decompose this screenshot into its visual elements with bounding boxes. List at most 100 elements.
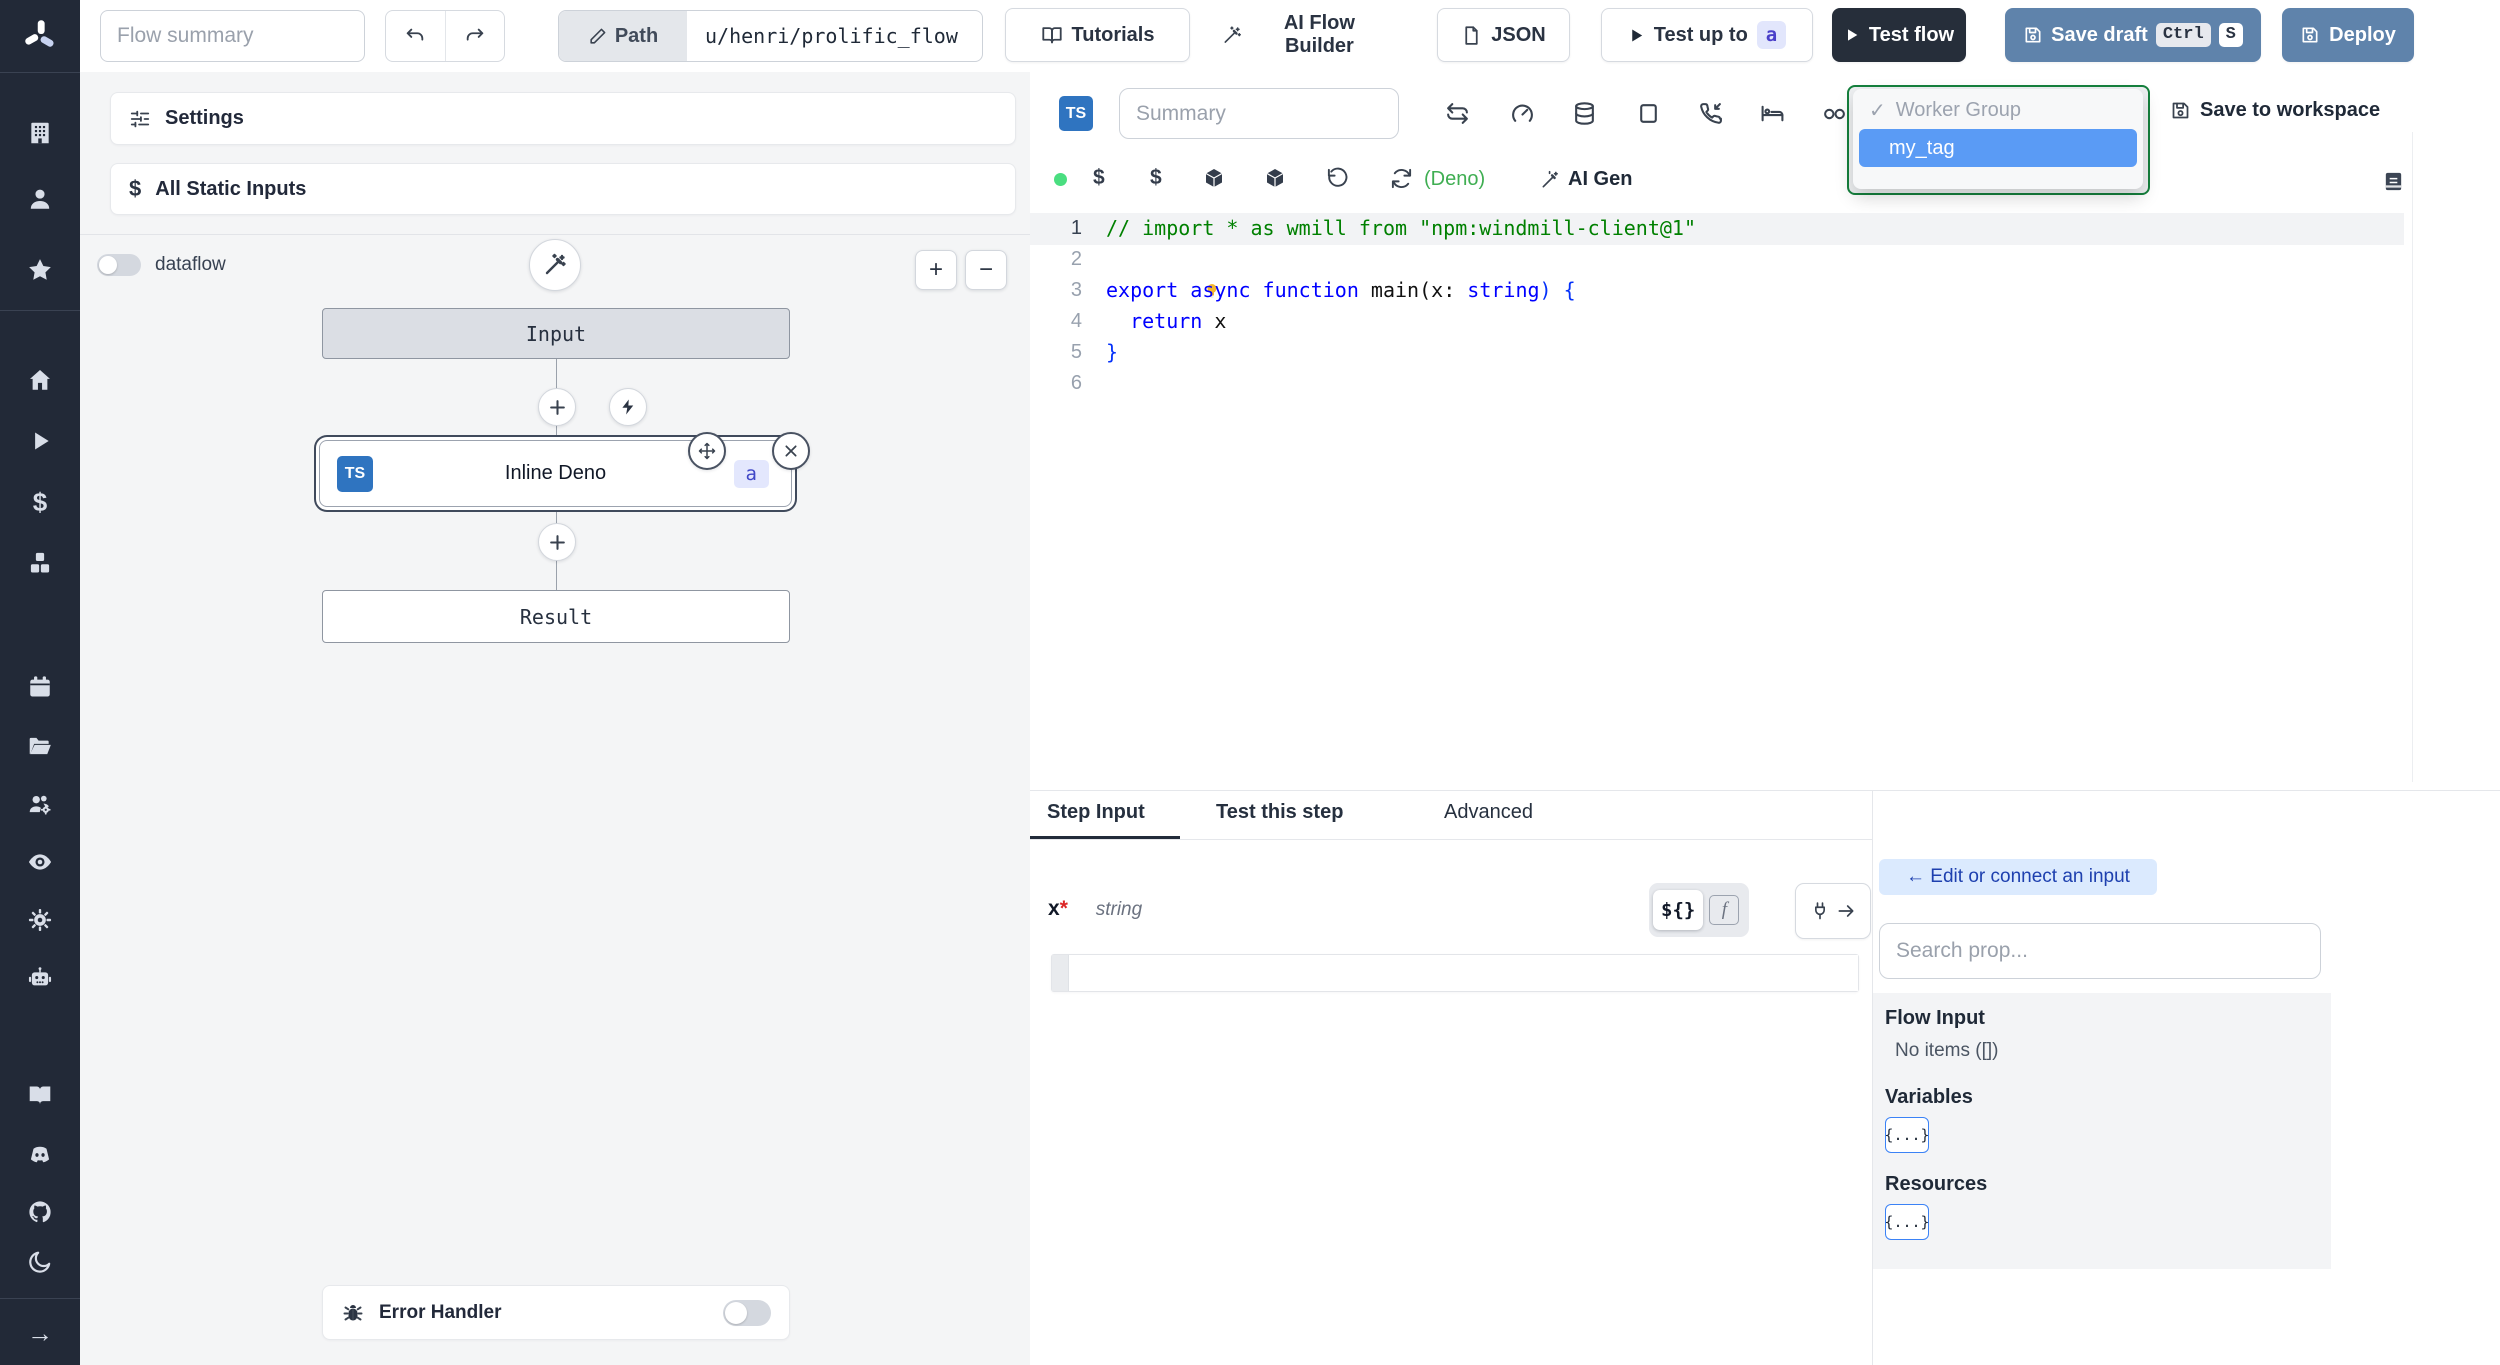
sidebar-item-variables[interactable]: $ [0, 489, 80, 515]
resource-picker-button[interactable]: $ [1150, 166, 1162, 190]
code-line[interactable]: 5 } [1030, 337, 2500, 368]
package-button[interactable] [1202, 167, 1226, 196]
test-flow-button[interactable]: Test flow [1832, 8, 1966, 62]
suspend-button[interactable] [1698, 101, 1723, 131]
redo-button[interactable] [446, 11, 505, 61]
flow-input-node[interactable]: Input [322, 308, 790, 359]
script-library-icon[interactable] [2382, 170, 2405, 198]
benchmark-button[interactable] [1510, 101, 1535, 131]
step-editor: TS ✓ Worker Group [1030, 72, 2500, 790]
concurrency-button[interactable] [1636, 101, 1661, 131]
variable-picker-button[interactable]: $ [1093, 166, 1105, 190]
code-line[interactable]: 2 [1030, 244, 2500, 298]
step-summary-input[interactable] [1119, 88, 1399, 139]
code-line[interactable]: 3 export async function main(x: string) … [1030, 275, 2500, 306]
undo-button[interactable] [386, 11, 446, 61]
edit-or-connect-button[interactable]: ← Edit or connect an input [1879, 859, 2157, 895]
dataflow-toggle[interactable] [97, 254, 141, 276]
swap-step-button[interactable] [1445, 101, 1470, 131]
sidebar-item-runs[interactable] [0, 428, 80, 454]
prop-picker-panel: ← Edit or connect an input Flow Input No… [1872, 790, 2500, 1365]
tab-advanced[interactable]: Advanced [1444, 801, 1533, 824]
flow-settings-button[interactable]: Settings [110, 92, 1016, 145]
reset-code-button[interactable] [1326, 167, 1349, 195]
reload-runtime-button[interactable] [1390, 167, 1413, 195]
sidebar-item-workspace[interactable] [0, 120, 80, 146]
tab-test-this-step[interactable]: Test this step [1216, 801, 1343, 824]
zoom-out-button[interactable]: − [965, 250, 1007, 290]
delete-step-button[interactable] [772, 432, 810, 470]
variables-object-badge[interactable]: {...} [1884, 1117, 1930, 1153]
connect-input-button[interactable] [1795, 883, 1871, 939]
search-prop-input[interactable] [1879, 923, 2321, 979]
move-step-button[interactable] [688, 432, 726, 470]
mock-button[interactable] [1822, 105, 1847, 128]
tutorials-button[interactable]: Tutorials [1005, 8, 1190, 62]
sidebar-item-resources[interactable] [0, 550, 80, 576]
all-static-inputs-button[interactable]: $ All Static Inputs [110, 163, 1016, 215]
field-type: string [1095, 899, 1143, 920]
line-number: 2 [1070, 248, 1082, 270]
fn-mode-toggle[interactable]: f [1709, 895, 1740, 925]
error-handler-toggle[interactable] [723, 1299, 771, 1326]
field-value-input[interactable] [1069, 955, 1858, 991]
sidebar-item-github[interactable] [0, 1199, 80, 1225]
sidebar-item-ai[interactable] [0, 965, 80, 991]
save-draft-button[interactable]: Save draft Ctrl S [2005, 8, 2261, 62]
wand-icon [1224, 25, 1241, 43]
cube-icon [1266, 169, 1284, 187]
no-items-label: No items ([]) [1895, 1040, 1999, 1061]
flow-input-title: Flow Input [1885, 1007, 1985, 1029]
sidebar-item-user[interactable] [0, 186, 80, 212]
ai-flow-builder-button[interactable]: AI Flow Builder [1216, 8, 1394, 62]
deploy-button[interactable]: Deploy [2282, 8, 2414, 62]
error-handler-card[interactable]: Error Handler [322, 1285, 790, 1340]
ai-gen-button[interactable]: AI Gen [1540, 168, 1632, 191]
sidebar-item-groups[interactable] [0, 791, 80, 817]
zoom-in-button[interactable]: + [915, 250, 957, 290]
sidebar-item-schedules[interactable] [0, 674, 80, 700]
all-static-inputs-label: All Static Inputs [155, 177, 307, 200]
sidebar-item-discord[interactable] [0, 1142, 80, 1168]
test-up-to-button[interactable]: Test up to a [1601, 8, 1813, 62]
ai-builder-wand-button[interactable] [529, 239, 581, 291]
sidebar-item-folders[interactable] [0, 733, 80, 759]
save-to-workspace-label: Save to workspace [2200, 99, 2381, 121]
sidebar-item-settings[interactable] [0, 907, 80, 933]
code-line[interactable]: 1 // import * as wmill from "npm:windmil… [1030, 213, 2500, 244]
moon-icon [29, 1251, 51, 1273]
sidebar-item-favorites[interactable] [0, 257, 80, 283]
resources-object-badge[interactable]: {...} [1884, 1204, 1930, 1240]
sidebar-item-home[interactable] [0, 367, 80, 393]
code-token: x [1431, 278, 1444, 302]
insert-step-button[interactable] [538, 388, 576, 426]
field-drag-handle[interactable] [1052, 955, 1069, 991]
flow-result-node[interactable]: Result [322, 590, 790, 643]
sidebar-expand-button[interactable]: → [0, 1320, 80, 1346]
add-trigger-button[interactable] [609, 388, 647, 426]
worker-group-option-selected[interactable]: my_tag [1859, 129, 2137, 167]
runtime-label: (Deno) [1424, 168, 1486, 190]
insert-step-button[interactable] [538, 523, 576, 561]
json-button[interactable]: JSON [1437, 8, 1570, 62]
windmill-logo[interactable] [0, 0, 80, 73]
cache-button[interactable] [1572, 101, 1597, 131]
sleep-button[interactable] [1760, 101, 1785, 131]
code-line[interactable]: 4 return x [1030, 306, 2500, 337]
sidebar-item-docs[interactable] [0, 1082, 80, 1108]
code-line[interactable]: 6 [1030, 368, 2500, 399]
sidebar-item-audit-logs[interactable] [0, 849, 80, 875]
double-circle-icon [1824, 108, 1845, 120]
result-node-label: Result [519, 604, 593, 629]
worker-group-option[interactable]: ✓ Worker Group [1853, 89, 2143, 127]
sidebar-item-dark-mode[interactable] [0, 1249, 80, 1275]
flow-summary-input[interactable] [100, 10, 365, 62]
cubes-icon [30, 552, 50, 573]
save-to-workspace-button[interactable]: Save to workspace [2170, 99, 2380, 122]
package-reload-button[interactable] [1263, 167, 1287, 196]
path-value[interactable]: u/henri/prolific_flow [687, 11, 982, 61]
tab-step-input[interactable]: Step Input [1047, 801, 1145, 824]
expr-mode-toggle[interactable]: ${} [1653, 890, 1704, 930]
path-button[interactable]: Path [559, 11, 687, 61]
code-token: ) { [1539, 278, 1576, 302]
